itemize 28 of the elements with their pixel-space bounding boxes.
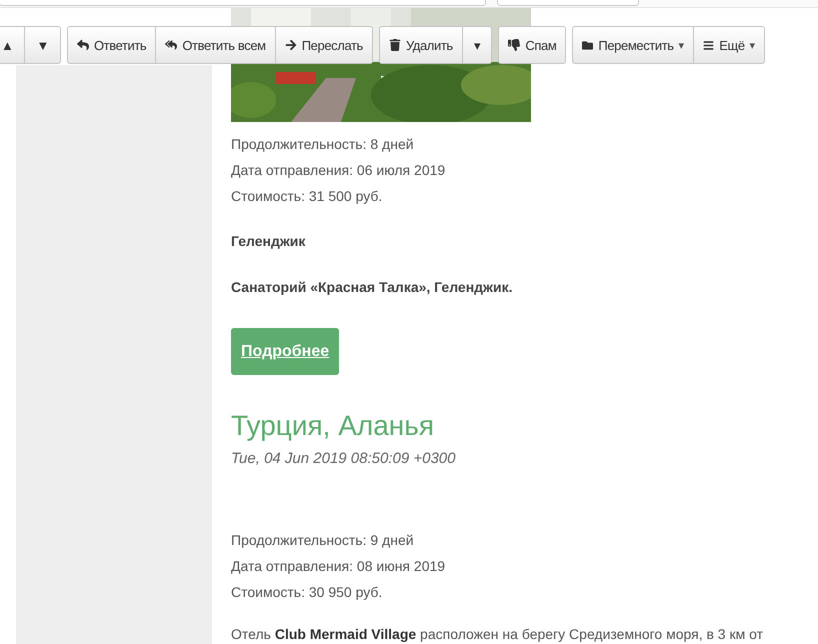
detail-text: Продолжительность: 9 дней: [231, 531, 415, 550]
toolbar-button[interactable]: Ответить всем: [155, 26, 276, 64]
detail-text: Стоимость: 31 500 руб.: [231, 187, 384, 206]
menu-icon: [703, 40, 714, 50]
toolbar-button[interactable]: ▼: [24, 26, 61, 64]
offer-title: Турция, Аланья: [231, 409, 434, 443]
folder-icon: [582, 40, 594, 50]
heading-text: Санаторий «Красная Талка», Геленджик.: [231, 278, 512, 297]
toolbar-button[interactable]: Переместить ▾: [572, 26, 694, 64]
toolbar-button[interactable]: Ответить: [66, 26, 156, 64]
detail-text: Стоимость: 30 950 руб.: [231, 583, 384, 602]
heading-text: Геленджик: [231, 232, 306, 251]
description-text: Отель Club Mermaid Village расположен на берегу Средиземного моря, в 3 км от: [231, 625, 764, 644]
arrow-right-icon: [284, 39, 297, 51]
toolbar-button[interactable]: Спам: [498, 26, 566, 64]
detail-text: Продолжительность: 8 дней: [231, 135, 415, 154]
toolbar-button[interactable]: ▾: [462, 26, 492, 64]
detail-text: Дата отправления: 06 июля 2019: [231, 161, 446, 180]
trash-icon: [388, 39, 401, 51]
reply-all-icon: [165, 39, 178, 51]
reply-icon: [76, 39, 89, 51]
toolbar-button[interactable]: Ещё ▾: [693, 26, 766, 64]
toolbar-button[interactable]: ▲: [0, 26, 26, 64]
toolbar-button[interactable]: Переслать: [274, 26, 373, 64]
thumbs-down-icon: [508, 39, 520, 51]
toolbar-button[interactable]: Удалить: [378, 26, 463, 64]
detail-text: Дата отправления: 08 июня 2019: [231, 557, 446, 576]
date-text: Tue, 04 Jun 2019 08:50:09 +0300: [231, 449, 456, 469]
